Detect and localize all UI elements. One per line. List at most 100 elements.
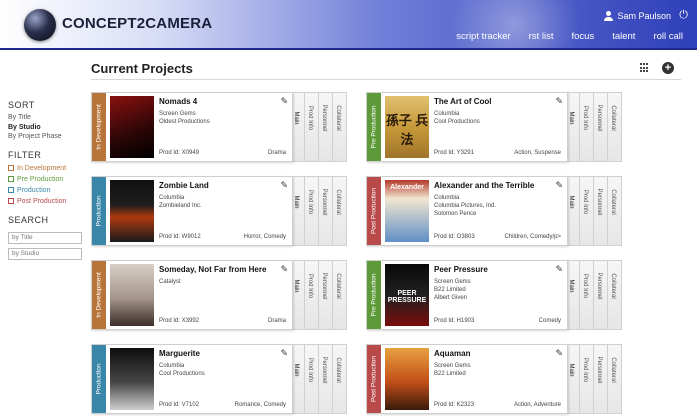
project-detail-line: Columbia: [434, 195, 460, 201]
project-card-main[interactable]: In Development Nomads 4 Screen Gems Oldest …: [91, 92, 293, 162]
project-card[interactable]: Collateral Personnel Prod Info Main Pre Prod…: [366, 92, 624, 162]
app-title[interactable]: CONCEPT2CAMERA: [62, 15, 212, 32]
project-detail-line: Oldest Productions: [159, 119, 210, 125]
poster-image[interactable]: PEER PRESSURE: [385, 264, 429, 326]
app-header: CONCEPT2CAMERA Sam Paulson ⏻ script trac…: [0, 0, 697, 50]
project-detail-line: Screen Gems: [434, 279, 471, 285]
project-card[interactable]: Collateral Personnel Prod Info Main Producti…: [91, 344, 349, 414]
user-name: Sam Paulson: [617, 11, 671, 21]
project-title[interactable]: Marguerite: [159, 349, 200, 358]
search-by-title-input[interactable]: [8, 231, 82, 244]
genre: Comedy: [538, 318, 561, 324]
search-heading: SEARCH: [8, 214, 49, 225]
genre: Horror, Comedy: [243, 234, 286, 240]
sort-by-studio[interactable]: By Studio: [8, 123, 88, 133]
project-detail-line: Columbia: [434, 111, 460, 117]
edit-pencil-icon[interactable]: ✎: [280, 348, 288, 359]
grid-view-icon[interactable]: [640, 63, 650, 73]
poster-image[interactable]: [385, 348, 429, 410]
nav-talent[interactable]: talent: [612, 31, 635, 42]
genre: Drama: [267, 150, 286, 156]
project-detail-line: Albert Given: [434, 295, 468, 301]
filter-checkbox[interactable]: [8, 187, 14, 193]
project-card[interactable]: Collateral Personnel Prod Info Main Post Pro…: [366, 344, 624, 414]
project-detail-line: Screen Gems: [159, 111, 196, 117]
filter-checkbox[interactable]: [8, 176, 14, 182]
edit-pencil-icon[interactable]: ✎: [555, 180, 563, 191]
project-card-main[interactable]: Pre Production PEER PRESSURE Peer Pressure…: [366, 260, 568, 330]
project-card-main[interactable]: Production Marguerite Columbia Cool Product…: [91, 344, 293, 414]
poster-image[interactable]: 孫子 兵法: [385, 96, 429, 158]
project-card[interactable]: Collateral Personnel Prod Info Main Producti…: [91, 176, 349, 246]
nav-roll-call[interactable]: roll call: [653, 31, 683, 42]
genre: Action, Suspense: [514, 150, 561, 156]
project-title[interactable]: Zombie Land: [159, 181, 209, 190]
project-card[interactable]: Collateral Personnel Prod Info Main In Devel…: [91, 92, 349, 162]
prod-id: Prod Id: X3992: [159, 318, 200, 324]
prod-id: Prod Id: V7102: [159, 402, 200, 408]
project-card-main[interactable]: Production Zombie Land Columbia Zombieland …: [91, 176, 293, 246]
nav-script-tracker[interactable]: script tracker: [456, 31, 510, 42]
poster-image[interactable]: [110, 348, 154, 410]
filter-post-production[interactable]: Post Production: [8, 196, 88, 207]
main-nav: script tracker rst list focus talent rol…: [438, 31, 683, 42]
nav-rst-list[interactable]: rst list: [529, 31, 554, 42]
edit-pencil-icon[interactable]: ✎: [280, 264, 288, 275]
project-card[interactable]: Collateral Personnel Prod Info Main Pre Prod…: [366, 260, 624, 330]
project-card[interactable]: Collateral Personnel Prod Info Main In Devel…: [91, 260, 349, 330]
prod-id: Prod Id: O3803: [434, 234, 475, 240]
prod-id: Prod Id: K2323: [434, 402, 475, 408]
project-title[interactable]: Aquaman: [434, 349, 470, 358]
project-title[interactable]: The Art of Cool: [434, 97, 491, 106]
logo-icon[interactable]: [24, 9, 56, 41]
project-title[interactable]: Peer Pressure: [434, 265, 488, 274]
poster-text: Alexander: [390, 184, 424, 191]
phase-label: In Development: [92, 93, 106, 161]
phase-label: Post Production: [367, 345, 381, 413]
edit-pencil-icon[interactable]: ✎: [555, 96, 563, 107]
poster-image[interactable]: [110, 96, 154, 158]
poster-image[interactable]: [110, 180, 154, 242]
sort-by-title[interactable]: By Title: [8, 113, 88, 123]
project-detail-line: Zombieland Inc.: [159, 203, 202, 209]
project-title[interactable]: Nomads 4: [159, 97, 197, 106]
project-detail-line: Columbia: [159, 363, 185, 369]
project-title[interactable]: Someday, Not Far from Here: [159, 265, 266, 274]
project-card-main[interactable]: In Development Someday, Not Far from Here…: [91, 260, 293, 330]
poster-image[interactable]: [110, 264, 154, 326]
genre: Children, Comedy/p>: [504, 234, 561, 240]
power-icon[interactable]: ⏻: [679, 9, 688, 22]
filter-pre-production[interactable]: Pre Production: [8, 174, 88, 185]
filter-checkbox[interactable]: [8, 198, 14, 204]
nav-focus[interactable]: focus: [571, 31, 594, 42]
genre: Action, Adventure: [513, 402, 561, 408]
poster-image[interactable]: Alexander: [385, 180, 429, 242]
header-swirl-decoration: [440, 0, 590, 48]
project-card[interactable]: Collateral Personnel Prod Info Main Post Pro…: [366, 176, 624, 246]
filter-production[interactable]: Production: [8, 185, 88, 196]
project-detail-line: B22 Limited: [434, 371, 466, 377]
project-card-main[interactable]: Post Production Aquaman Screen Gems B22 Lim…: [366, 344, 568, 414]
edit-pencil-icon[interactable]: ✎: [555, 264, 563, 275]
add-project-icon[interactable]: +: [662, 62, 674, 74]
search-by-studio-input[interactable]: [8, 247, 82, 260]
project-title[interactable]: Alexander and the Terrible: [434, 181, 534, 190]
project-card-main[interactable]: Pre Production 孫子 兵法 The Art of Cool Columb…: [366, 92, 568, 162]
title-divider: [91, 79, 681, 80]
filter-in-development[interactable]: In Development: [8, 163, 88, 174]
edit-pencil-icon[interactable]: ✎: [280, 96, 288, 107]
sort-by-project-phase[interactable]: By Project Phase: [8, 132, 88, 142]
prod-id: Prod Id: Y3291: [434, 150, 474, 156]
poster-text: PEER PRESSURE: [387, 290, 427, 304]
poster-text: 孫子 兵法: [385, 113, 429, 147]
phase-label: In Development: [92, 261, 106, 329]
edit-pencil-icon[interactable]: ✎: [555, 348, 563, 359]
project-card-main[interactable]: Post Production Alexander Alexander and th…: [366, 176, 568, 246]
filter-checkbox[interactable]: [8, 165, 14, 171]
user-menu[interactable]: Sam Paulson: [604, 11, 671, 21]
edit-pencil-icon[interactable]: ✎: [280, 180, 288, 191]
prod-id: Prod Id: W9012: [159, 234, 201, 240]
project-detail-line: Cool Productions: [159, 371, 205, 377]
project-detail-line: B22 Limited: [434, 287, 466, 293]
filter-heading: FILTER: [8, 149, 42, 160]
